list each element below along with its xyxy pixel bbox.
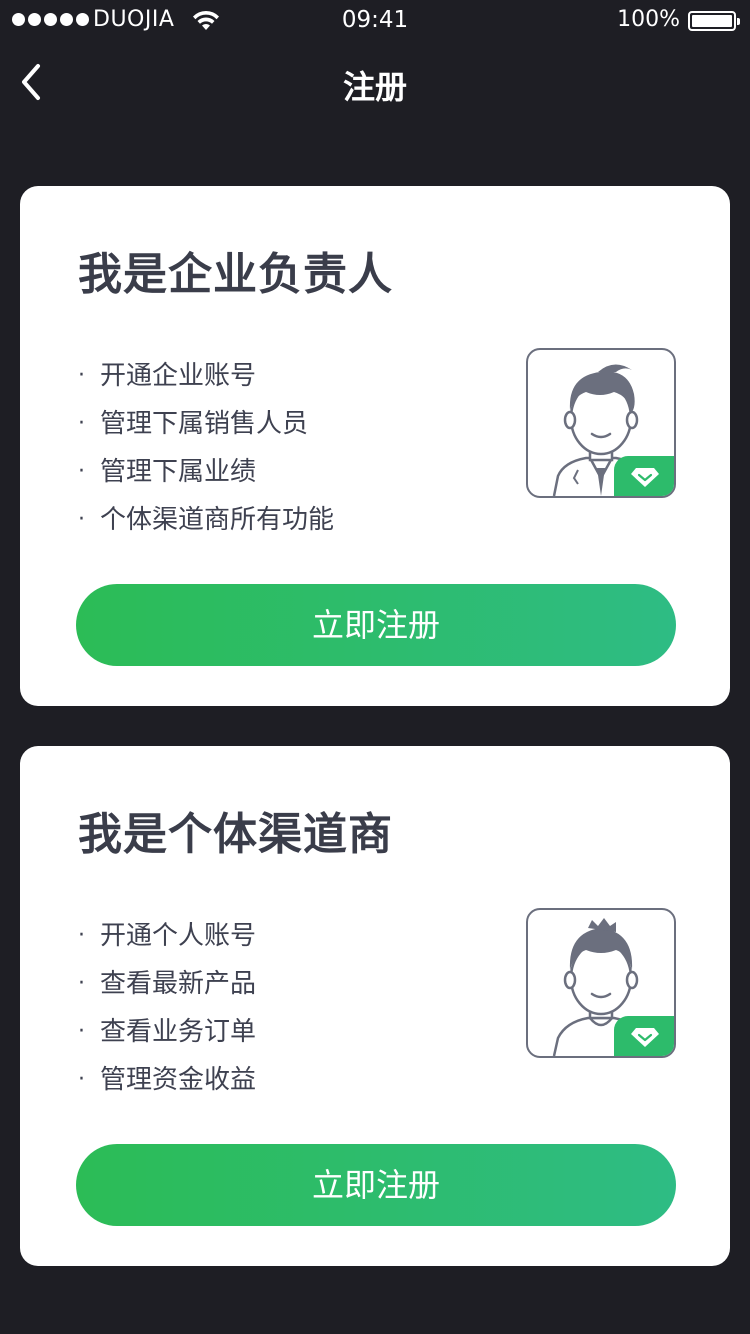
diamond-icon <box>631 468 659 487</box>
businessman-avatar-icon <box>526 348 676 498</box>
register-button[interactable]: 立即注册 <box>76 1144 676 1226</box>
feature-label: 管理下属销售人员 <box>100 409 309 439</box>
feature-list: · 开通个人账号 · 查看最新产品 · 查看业务订单 · 管理资金收益 <box>78 912 256 1104</box>
diamond-badge <box>614 456 674 496</box>
register-button[interactable]: 立即注册 <box>76 584 676 666</box>
status-bar: DUOJIA 09:41 100% <box>0 0 750 40</box>
person-avatar-icon <box>526 908 676 1058</box>
feature-list: · 开通企业账号 · 管理下属销售人员 · 管理下属业绩 · 个体渠道商所有功能 <box>78 352 334 544</box>
feature-label: 查看最新产品 <box>100 969 257 999</box>
list-item: · 开通企业账号 <box>78 352 334 400</box>
diamond-badge <box>614 1016 674 1056</box>
feature-label: 查看业务订单 <box>100 1017 257 1047</box>
feature-label: 管理下属业绩 <box>100 457 257 487</box>
battery-percentage: 100% <box>617 7 680 32</box>
list-item: · 查看业务订单 <box>78 1008 256 1056</box>
individual-channel-card: 我是个体渠道商 · 开通个人账号 · 查看最新产品 · 查看业务订单 · 管理资金收益 <box>20 746 730 1266</box>
list-item: · 开通个人账号 <box>78 912 256 960</box>
list-item: · 管理资金收益 <box>78 1056 256 1104</box>
feature-label: 管理资金收益 <box>100 1065 257 1095</box>
navigation-bar: 注册 <box>0 40 750 128</box>
page-title: 注册 <box>342 68 407 106</box>
list-item: · 管理下属业绩 <box>78 448 334 496</box>
card-title: 我是企业负责人 <box>78 249 393 300</box>
list-item: · 管理下属销售人员 <box>78 400 334 448</box>
feature-label: 开通企业账号 <box>100 361 257 391</box>
card-title: 我是个体渠道商 <box>78 809 393 860</box>
diamond-icon <box>631 1028 659 1047</box>
feature-label: 开通个人账号 <box>100 921 257 951</box>
list-item: · 个体渠道商所有功能 <box>78 496 334 544</box>
list-item: · 查看最新产品 <box>78 960 256 1008</box>
feature-label: 个体渠道商所有功能 <box>100 505 335 535</box>
enterprise-owner-card: 我是企业负责人 · 开通企业账号 · 管理下属销售人员 · 管理下属业绩 · 个体渠道商… <box>20 186 730 706</box>
battery-icon <box>688 11 740 31</box>
